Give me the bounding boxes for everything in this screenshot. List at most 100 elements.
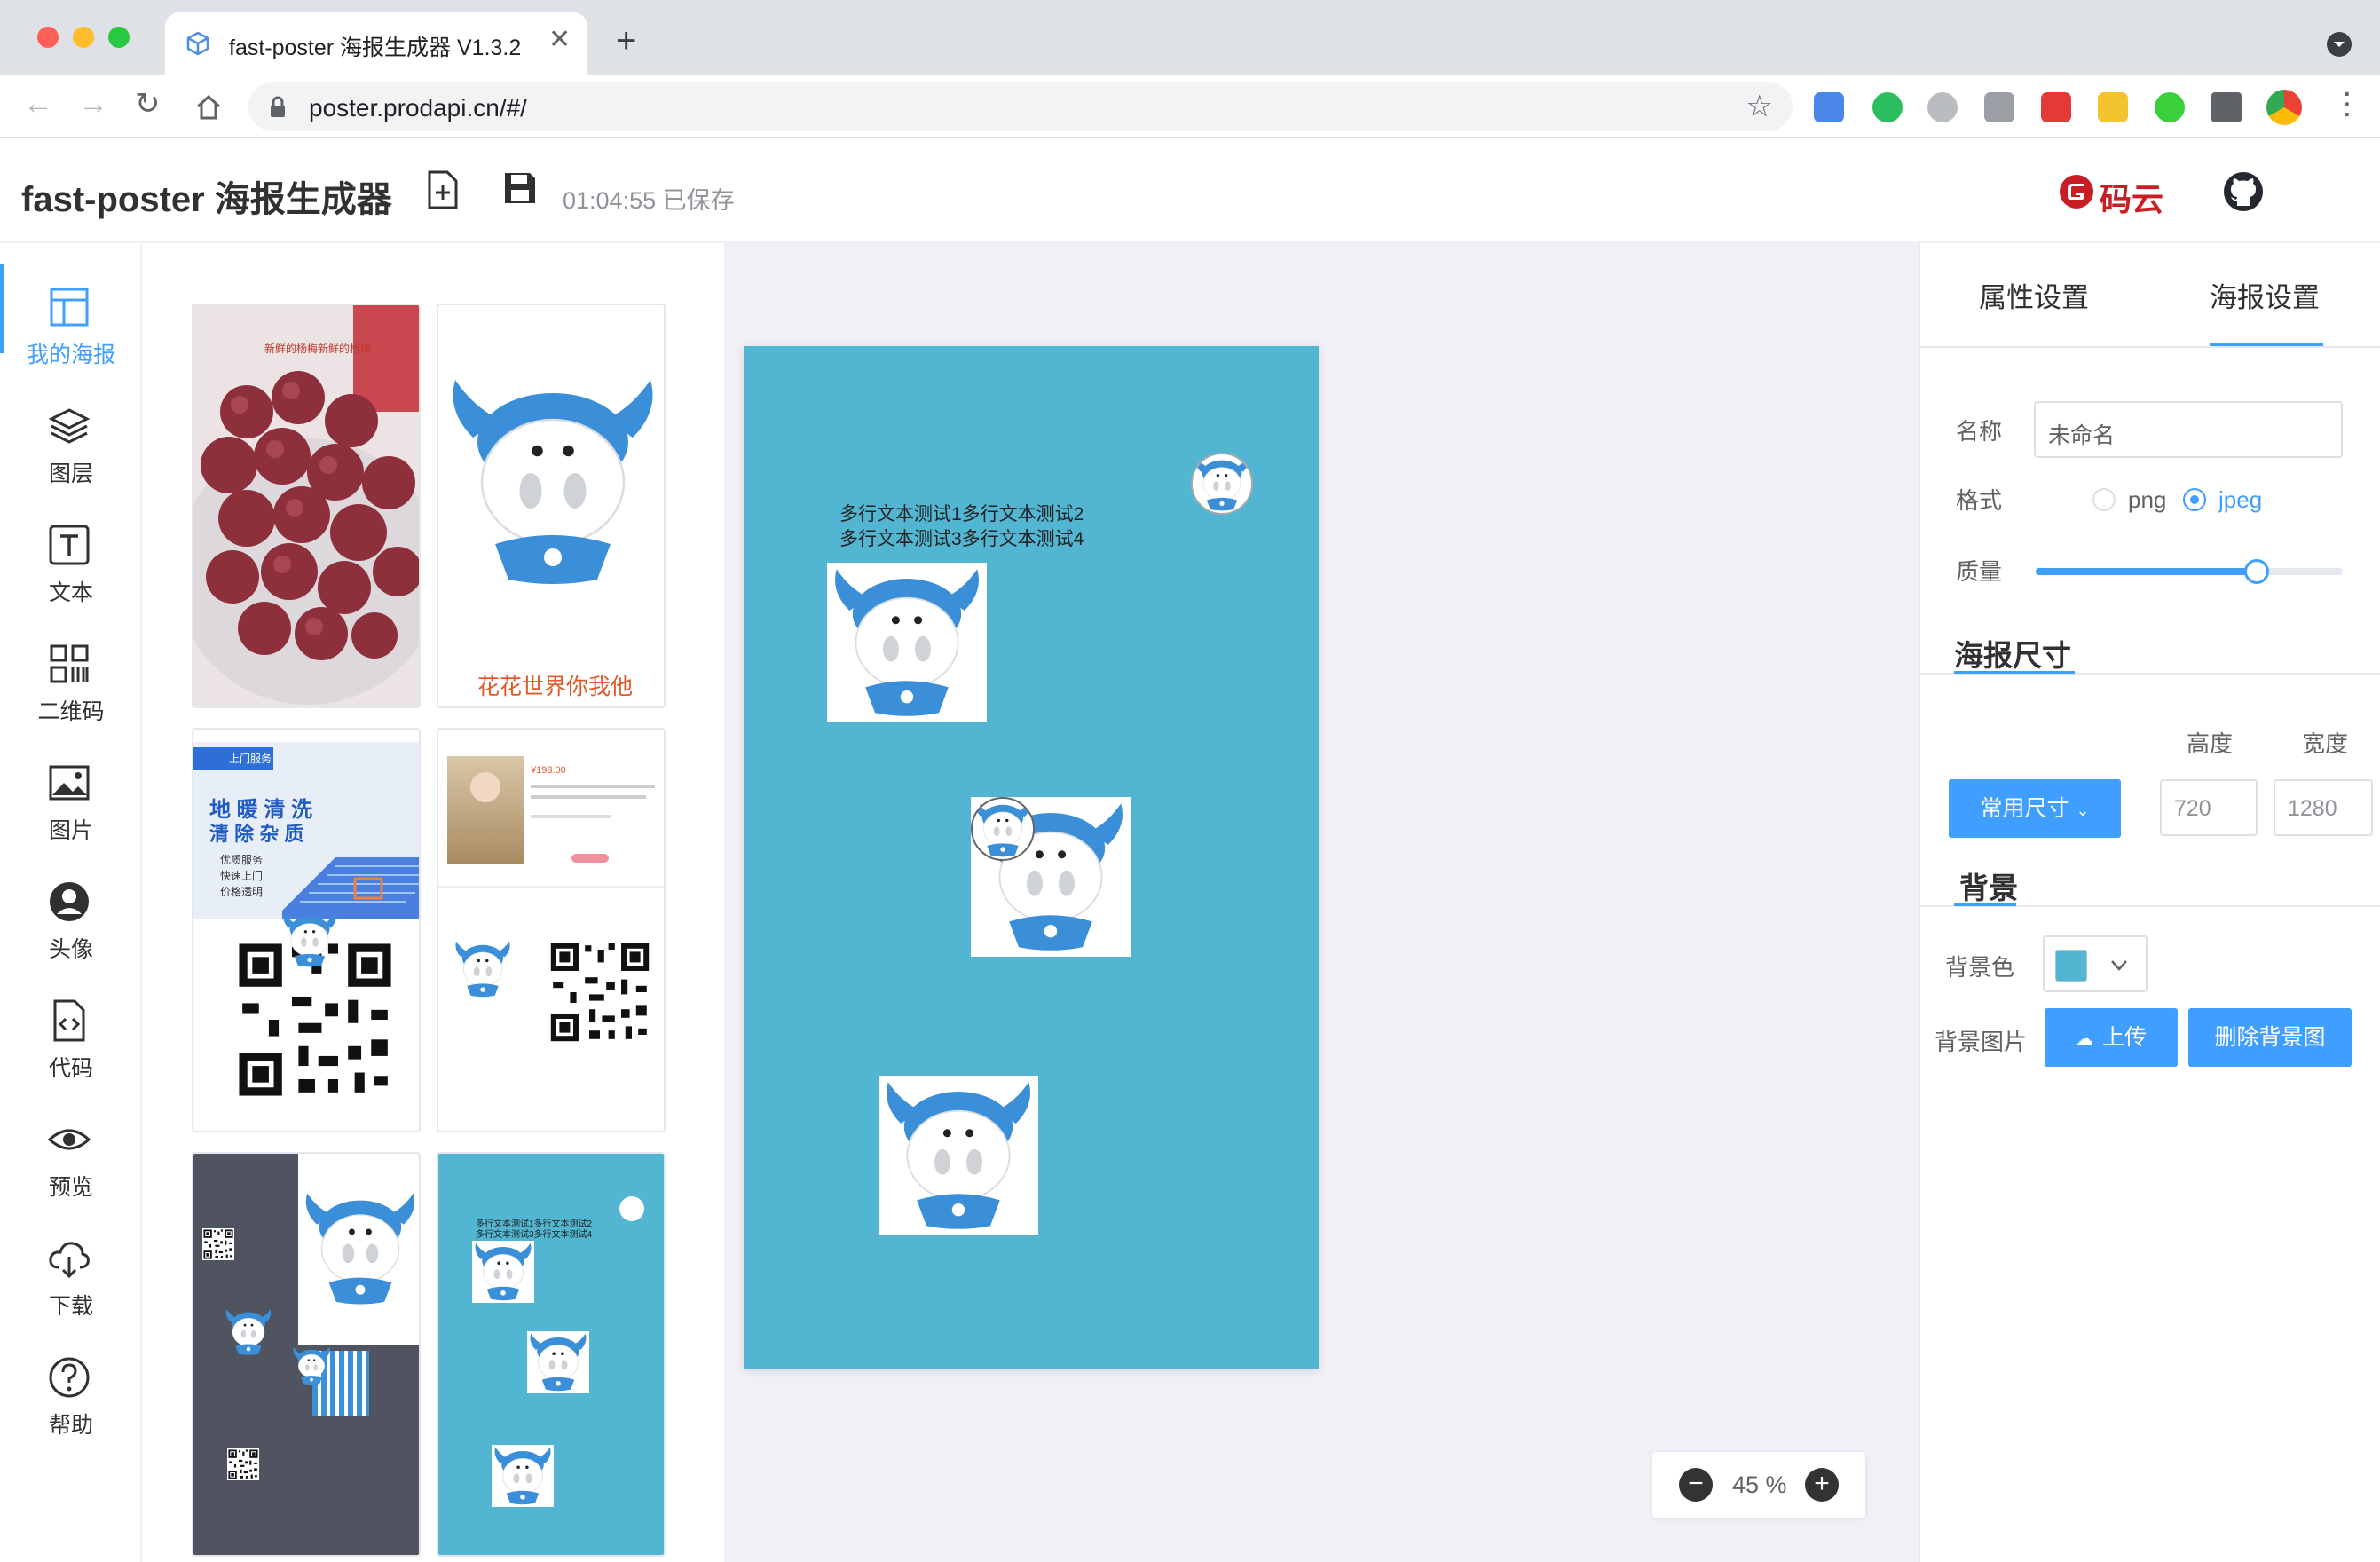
bg-color-swatch xyxy=(2055,950,2087,982)
tab-close-icon[interactable]: ✕ xyxy=(548,27,571,53)
width-input[interactable]: 1280 xyxy=(2274,779,2373,836)
cloud-download-icon xyxy=(49,1242,90,1279)
extension-icon[interactable] xyxy=(1927,92,1958,122)
nav-item-preview[interactable]: 预览 xyxy=(0,1106,142,1211)
format-label: 格式 xyxy=(1956,487,2003,514)
avatar-icon xyxy=(50,882,89,921)
template-card[interactable]: 新鲜的杨梅新鲜的杨梅 xyxy=(192,304,421,708)
tab-poster-settings[interactable]: 海报设置 xyxy=(2210,275,2320,315)
template-list: 新鲜的杨梅新鲜的杨梅 花花世界你我他 上门服务 地 暖 清 洗 清 除 杂 质 … xyxy=(142,243,724,1562)
quality-slider-handle[interactable] xyxy=(2244,559,2270,584)
poster-text-element[interactable]: 多行文本测试1多行文本测试2 多行文本测试3多行文本测试4 xyxy=(839,502,1084,552)
settings-tabs: 属性设置 海报设置 xyxy=(1920,243,2380,348)
delete-bg-button[interactable]: 删除背景图 xyxy=(2188,1008,2352,1067)
format-png-label[interactable]: png xyxy=(2128,486,2166,514)
poster-avatar-element[interactable] xyxy=(1191,453,1253,515)
toolbox-extension-icon[interactable] xyxy=(2098,92,2128,122)
back-button[interactable]: ← xyxy=(23,89,53,119)
mascot-box xyxy=(527,1331,589,1393)
poster-image-element[interactable] xyxy=(879,1076,1038,1235)
avatar-circle xyxy=(619,1196,644,1221)
quality-slider[interactable] xyxy=(2036,559,2343,584)
section-underline xyxy=(1954,903,2016,906)
evernote-extension-icon[interactable] xyxy=(1872,92,1903,122)
gitee-link[interactable]: 码云 xyxy=(2059,174,2178,217)
zoom-out-button[interactable]: − xyxy=(1679,1468,1713,1502)
divider xyxy=(438,886,664,888)
thumb-text-2: 多行文本测试3多行文本测试4 xyxy=(476,1230,593,1240)
translate-extension-icon[interactable] xyxy=(1814,92,1844,122)
format-png-radio[interactable] xyxy=(2092,488,2116,511)
address-bar[interactable]: poster.prodapi.cn/#/ ☆ xyxy=(248,82,1793,131)
nav-item-help[interactable]: 帮助 xyxy=(0,1344,142,1448)
zoom-value: 45 % xyxy=(1732,1471,1787,1498)
poster-image-element[interactable] xyxy=(827,563,987,722)
zoom-window-button[interactable] xyxy=(108,27,130,48)
nav-item-download[interactable]: 下载 xyxy=(0,1225,142,1329)
settings-panel: 属性设置 海报设置 名称 未命名 格式 png jpeg 质量 海报尺寸 高度 … xyxy=(1919,243,2380,1562)
template-card[interactable] xyxy=(192,1152,421,1557)
nav-label: 预览 xyxy=(48,1175,93,1200)
nav-item-qrcode[interactable]: 二维码 xyxy=(0,630,142,735)
bookmark-star-icon[interactable]: ☆ xyxy=(1746,89,1773,124)
cube-icon xyxy=(186,31,209,56)
reload-button[interactable]: ↻ xyxy=(135,89,161,119)
forward-button[interactable]: → xyxy=(78,89,108,119)
format-jpeg-label[interactable]: jpeg xyxy=(2218,486,2262,514)
github-icon[interactable] xyxy=(2222,170,2265,213)
nav-item-image[interactable]: 图片 xyxy=(0,749,142,854)
template-card[interactable]: 花花世界你我他 xyxy=(437,304,666,708)
chevron-down-icon: ⌄ xyxy=(2076,801,2090,819)
nav-label: 图片 xyxy=(48,818,93,843)
poster-canvas[interactable]: 多行文本测试1多行文本测试2 多行文本测试3多行文本测试4 xyxy=(744,346,1319,1369)
green-extension-icon[interactable] xyxy=(2155,92,2185,122)
format-jpeg-radio[interactable] xyxy=(2183,488,2206,511)
zoom-in-button[interactable]: + xyxy=(1805,1468,1839,1502)
camera-extension-icon[interactable] xyxy=(1984,92,2014,122)
home-button[interactable] xyxy=(193,92,224,122)
preset-size-button[interactable]: 常用尺寸 ⌄ xyxy=(1949,779,2121,838)
minimize-window-button[interactable] xyxy=(73,27,94,48)
nav-label: 头像 xyxy=(48,937,93,962)
tab-title: fast-poster 海报生成器 V1.3.2 xyxy=(229,36,522,60)
bg-color-label: 背景色 xyxy=(1945,954,2015,981)
poster-text-line-2: 多行文本测试3多行文本测试4 xyxy=(839,529,1084,549)
mascot-image xyxy=(451,378,655,586)
tab-search-button[interactable] xyxy=(2327,32,2352,57)
name-field-value: 未命名 xyxy=(2048,423,2116,448)
quality-label: 质量 xyxy=(1956,558,2003,585)
template-card[interactable]: 上门服务 地 暖 清 洗 清 除 杂 质 优质服务 快速上门 价格透明 xyxy=(192,728,421,1132)
qrcode-image xyxy=(202,1228,234,1260)
poster-size-heading: 海报尺寸 xyxy=(1954,639,2071,672)
fe-extension-icon[interactable] xyxy=(2041,92,2071,122)
height-input[interactable]: 720 xyxy=(2160,779,2258,836)
template-card[interactable]: ¥198.00 xyxy=(437,728,666,1132)
upload-label: 上传 xyxy=(2101,1025,2147,1050)
close-window-button[interactable] xyxy=(37,27,59,48)
browser-tab[interactable]: fast-poster 海报生成器 V1.3.2 ✕ xyxy=(165,12,587,75)
product-desc-line xyxy=(531,785,655,788)
name-field[interactable]: 未命名 xyxy=(2034,401,2343,458)
url-text: poster.prodapi.cn/#/ xyxy=(309,94,527,122)
background-heading: 背景 xyxy=(1959,872,2018,904)
nav-item-my-posters[interactable]: 我的海报 xyxy=(0,273,142,378)
nav-item-layers[interactable]: 图层 xyxy=(0,392,142,497)
browser-menu-icon[interactable]: ⋮ xyxy=(2332,89,2362,119)
new-tab-button[interactable]: + xyxy=(616,23,636,59)
bg-color-picker[interactable] xyxy=(2043,935,2148,992)
nav-item-code[interactable]: 代码 xyxy=(0,987,142,1092)
save-icon[interactable] xyxy=(502,170,538,206)
poster-avatar-element[interactable] xyxy=(971,797,1035,861)
fruit-caption: 新鲜的杨梅新鲜的杨梅 xyxy=(264,343,372,355)
template-card[interactable]: 多行文本测试1多行文本测试2 多行文本测试3多行文本测试4 xyxy=(437,1152,666,1557)
mascot-image xyxy=(455,941,510,998)
left-sidebar: 我的海报 图层 文本 二维码 图片 头像 代码 预览 下载 帮助 xyxy=(0,243,142,1562)
tab-properties[interactable]: 属性设置 xyxy=(1979,275,2089,315)
nav-item-avatar[interactable]: 头像 xyxy=(0,868,142,973)
editor-canvas[interactable]: 多行文本测试1多行文本测试2 多行文本测试3多行文本测试4 − 45 % + xyxy=(724,243,1919,1562)
upload-button[interactable]: ☁ 上传 xyxy=(2045,1008,2178,1067)
profile-avatar[interactable] xyxy=(2266,90,2302,125)
new-file-icon[interactable] xyxy=(426,170,460,209)
puzzle-icon[interactable] xyxy=(2211,92,2242,122)
nav-item-text[interactable]: 文本 xyxy=(0,511,142,616)
